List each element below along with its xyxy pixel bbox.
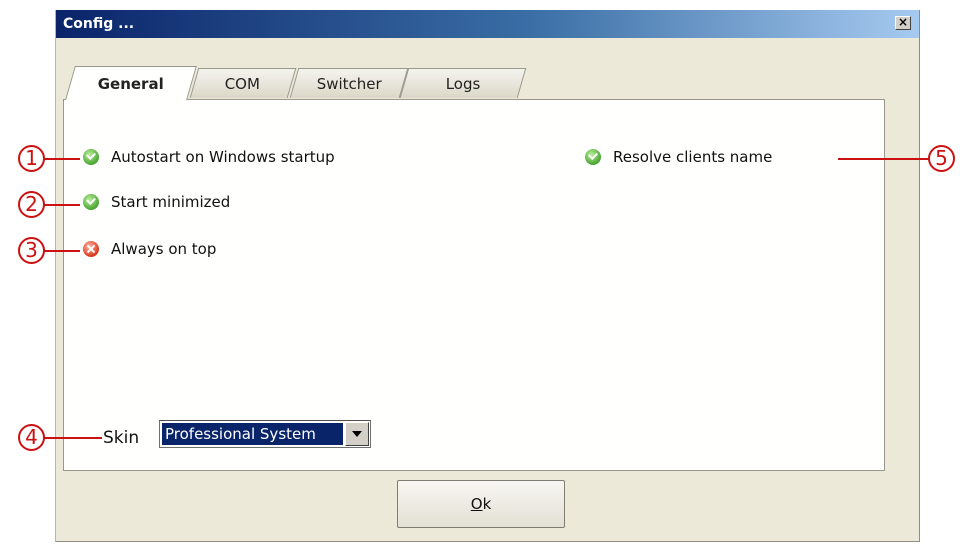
callout-2-line [44,204,80,206]
green-check-icon [585,149,601,165]
callout-5-line [838,158,929,160]
tab-logs-label: Logs [445,75,481,93]
title-bar[interactable]: Config ... × [56,10,919,38]
tab-com[interactable]: COM [189,68,297,98]
tab-switcher[interactable]: Switcher [289,68,409,98]
callout-1-line [44,158,80,160]
tab-general[interactable]: General [65,66,197,100]
callout-2: 2 [18,191,45,218]
tab-switcher-label: Switcher [316,75,382,93]
autostart-option[interactable]: Autostart on Windows startup [83,148,335,166]
callout-1: 1 [18,145,45,172]
chevron-down-icon[interactable] [345,422,369,446]
callout-4: 4 [18,424,45,451]
start-minimized-label: Start minimized [111,193,231,211]
callout-3: 3 [18,237,45,264]
resolve-clients-option[interactable]: Resolve clients name [585,148,772,166]
skin-selected-value: Professional System [162,423,343,445]
autostart-label: Autostart on Windows startup [111,148,335,166]
tab-general-label: General [97,75,164,93]
red-x-icon [83,241,99,257]
always-on-top-option[interactable]: Always on top [83,240,216,258]
config-window: Config ... × General COM Switcher Logs [55,10,920,542]
callout-5: 5 [928,145,955,172]
green-check-icon [83,149,99,165]
always-on-top-label: Always on top [111,240,217,258]
resolve-clients-label: Resolve clients name [613,148,773,166]
green-check-icon [83,194,99,210]
tab-logs[interactable]: Logs [399,68,527,98]
ok-button[interactable]: Ok [397,480,565,528]
tab-com-label: COM [225,75,261,93]
callout-4-line [44,437,102,439]
start-minimized-option[interactable]: Start minimized [83,193,230,211]
skin-label: Skin [103,428,140,448]
close-button[interactable]: × [895,16,911,30]
window-title: Config ... [63,16,135,32]
callout-3-line [44,250,80,252]
skin-dropdown[interactable]: Professional System [159,420,371,448]
